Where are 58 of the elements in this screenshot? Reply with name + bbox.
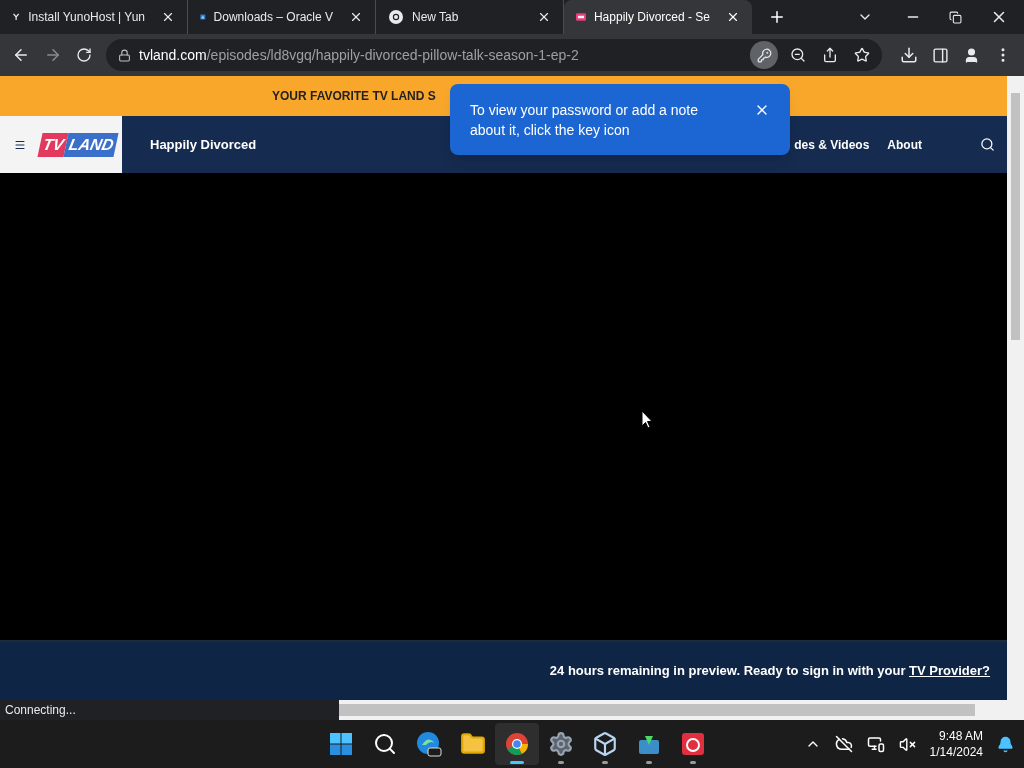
zoom-out-icon[interactable] — [790, 47, 806, 63]
tv-logo-icon — [576, 11, 586, 23]
forward-icon[interactable] — [44, 46, 62, 64]
cloud-off-icon[interactable] — [834, 735, 853, 753]
download-icon[interactable] — [900, 46, 918, 64]
close-tab-icon[interactable] — [537, 10, 551, 24]
nav-link[interactable]: des & Videos — [794, 135, 870, 154]
running-indicator — [646, 761, 652, 764]
muted-speaker-icon[interactable] — [898, 735, 916, 753]
reload-icon[interactable] — [76, 47, 92, 63]
side-panel-icon[interactable] — [932, 46, 949, 64]
profile-icon[interactable] — [963, 46, 980, 64]
address-field[interactable]: tvland.com/episodes/ld8vgq/happily-divorced-pillow-talk-season-1-ep-2 — [106, 39, 882, 71]
menu-icon[interactable] — [14, 138, 26, 151]
gear-icon[interactable] — [548, 731, 574, 757]
running-indicator — [510, 761, 524, 764]
chrome-icon[interactable] — [505, 732, 529, 756]
preview-text: 24 hours remaining in preview. Ready to sign in with your TV Provider? — [549, 662, 990, 681]
clock-date[interactable]: 1/14/2024 — [929, 744, 983, 760]
cube-icon[interactable] — [592, 731, 618, 757]
vertical-scrollbar[interactable] — [1007, 76, 1024, 700]
search-icon[interactable] — [373, 732, 397, 756]
restore-icon[interactable] — [949, 10, 962, 24]
edge-icon[interactable] — [416, 731, 442, 757]
horizontal-scrollbar[interactable] — [339, 704, 975, 716]
status-text: Connecting... — [5, 702, 76, 719]
star-icon[interactable] — [854, 47, 870, 63]
url-text: tvland.com/episodes/ld8vgq/happily-divorced-pillow-talk-season-1-ep-2 — [139, 45, 580, 65]
banner-text: YOUR FAVORITE TV LAND S — [272, 88, 436, 105]
bell-icon[interactable] — [997, 735, 1014, 753]
back-icon[interactable] — [12, 46, 30, 64]
search-icon[interactable] — [980, 137, 995, 152]
running-indicator — [602, 761, 608, 764]
mouse-cursor-icon — [641, 410, 653, 429]
close-tab-icon[interactable] — [726, 10, 740, 24]
close-tab-icon[interactable] — [349, 10, 363, 24]
tab-title: Downloads – Oracle V — [213, 9, 333, 26]
chrome-icon — [388, 9, 404, 25]
share-icon[interactable] — [822, 47, 838, 63]
tv-provider-link[interactable]: TV Provider? — [909, 663, 990, 679]
close-tab-icon[interactable] — [161, 10, 175, 24]
lock-icon — [118, 48, 131, 62]
windows-icon[interactable] — [329, 732, 353, 756]
running-indicator — [558, 761, 564, 764]
show-title-link[interactable]: Happily Divorced — [150, 134, 257, 155]
key-icon[interactable] — [750, 41, 778, 69]
popup-text: To view your password or add a note about it, click the key icon — [470, 101, 699, 140]
network-icon[interactable] — [866, 735, 885, 753]
running-indicator — [690, 761, 696, 764]
browser-tab[interactable]: Happily Divorced - Se — [564, 0, 752, 34]
nav-link[interactable]: About — [887, 135, 922, 154]
tab-title: Install YunoHost | Yun — [28, 9, 145, 26]
taskbar-button[interactable] — [495, 723, 539, 765]
tab-title: Happily Divorced - Se — [593, 9, 710, 26]
clock-time[interactable]: 9:48 AM — [938, 728, 983, 744]
new-tab-icon[interactable] — [768, 8, 786, 26]
folder-icon[interactable] — [460, 731, 486, 757]
tab-title: New Tab — [412, 9, 459, 26]
